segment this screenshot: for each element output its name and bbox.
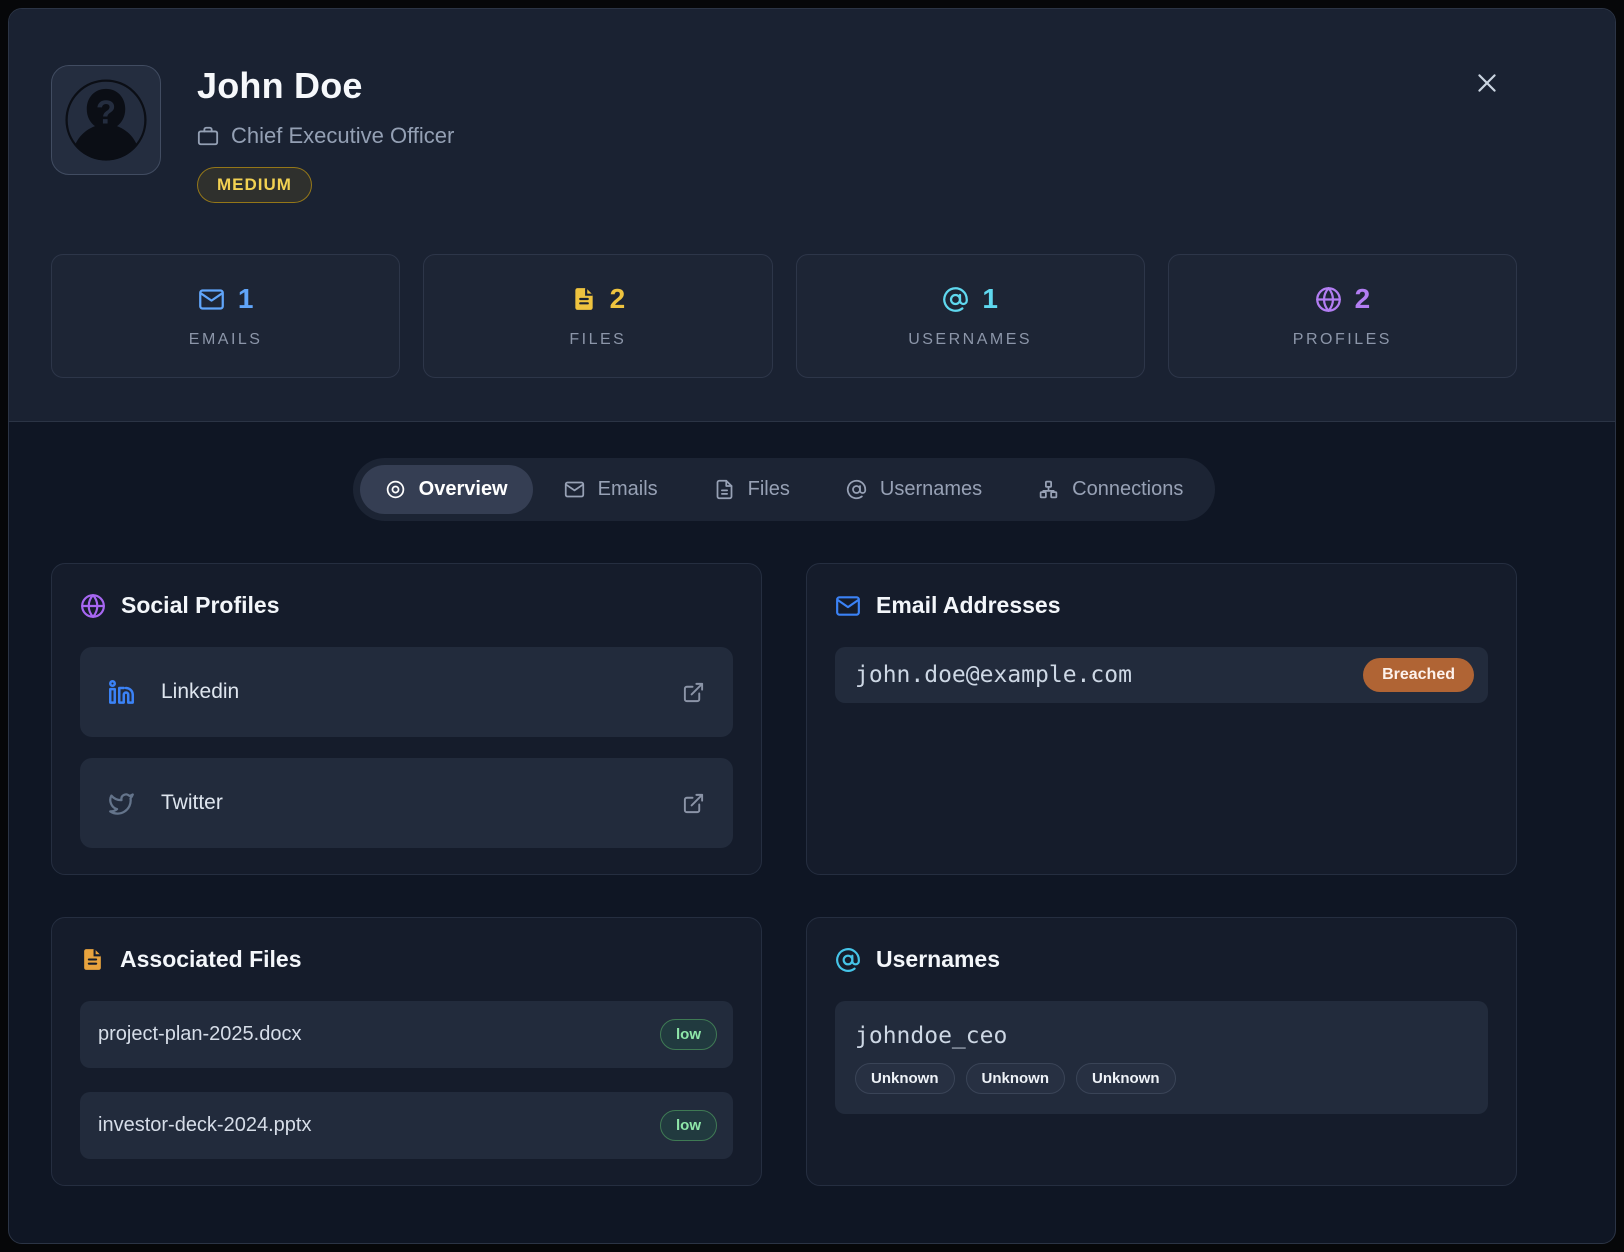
unknown-person-icon: ? xyxy=(62,76,150,164)
platform-status-badge: Unknown xyxy=(855,1063,955,1094)
tab-usernames[interactable]: Usernames xyxy=(821,465,1007,514)
stats-row: 1 EMAILS 2 FILES xyxy=(51,254,1517,378)
stat-label-usernames: USERNAMES xyxy=(908,331,1032,349)
avatar: ? xyxy=(51,65,161,175)
file-row: investor-deck-2024.pptx low xyxy=(80,1092,733,1159)
email-address: john.doe@example.com xyxy=(855,662,1132,688)
twitter-icon xyxy=(108,790,135,817)
stat-label-emails: EMAILS xyxy=(189,331,263,349)
briefcase-icon xyxy=(197,125,219,147)
stat-value-usernames: 1 xyxy=(982,283,998,315)
associated-files-card: Associated Files project-plan-2025.docx … xyxy=(51,917,762,1186)
at-sign-icon xyxy=(835,947,861,973)
external-link-icon[interactable] xyxy=(682,681,705,704)
globe-icon xyxy=(1315,286,1342,313)
social-profiles-card: Social Profiles Linkedin T xyxy=(51,563,762,875)
file-icon xyxy=(80,947,105,972)
file-icon xyxy=(571,286,597,312)
stat-card-files: 2 FILES xyxy=(423,254,772,378)
eye-icon xyxy=(385,479,406,500)
file-name: investor-deck-2024.pptx xyxy=(98,1114,311,1137)
globe-icon xyxy=(80,593,106,619)
usernames-title: Usernames xyxy=(876,946,1000,973)
associated-files-title: Associated Files xyxy=(120,946,302,973)
tab-connections[interactable]: Connections xyxy=(1013,465,1208,514)
tab-usernames-label: Usernames xyxy=(880,478,982,501)
risk-badge: MEDIUM xyxy=(197,167,312,203)
stat-value-files: 2 xyxy=(610,283,626,315)
file-icon xyxy=(714,479,735,500)
social-profile-row-linkedin[interactable]: Linkedin xyxy=(80,647,733,737)
envelope-icon xyxy=(835,593,861,619)
stat-card-profiles: 2 PROFILES xyxy=(1168,254,1517,378)
risk-level-badge: low xyxy=(660,1019,717,1050)
username-row: johndoe_ceo Unknown Unknown Unknown xyxy=(835,1001,1488,1114)
email-addresses-card: Email Addresses john.doe@example.com Bre… xyxy=(806,563,1517,875)
social-profile-row-twitter[interactable]: Twitter xyxy=(80,758,733,848)
profile-modal: ? John Doe Chief Executive Officer MEDIU… xyxy=(8,8,1616,1244)
envelope-icon xyxy=(198,286,225,313)
linkedin-icon xyxy=(108,679,135,706)
usernames-card: Usernames johndoe_ceo Unknown Unknown Un… xyxy=(806,917,1517,1186)
person-name: John Doe xyxy=(197,65,454,107)
file-row: project-plan-2025.docx low xyxy=(80,1001,733,1068)
tab-files[interactable]: Files xyxy=(689,465,815,514)
tab-overview-label: Overview xyxy=(419,478,508,501)
org-chart-icon xyxy=(1038,479,1059,500)
envelope-icon xyxy=(564,479,585,500)
email-addresses-title: Email Addresses xyxy=(876,592,1061,619)
email-row: john.doe@example.com Breached xyxy=(835,647,1488,703)
tab-emails[interactable]: Emails xyxy=(539,465,683,514)
username-value: johndoe_ceo xyxy=(855,1023,1468,1049)
close-button[interactable] xyxy=(1471,67,1503,99)
modal-body: Overview Emails Files xyxy=(9,422,1615,1186)
stat-label-profiles: PROFILES xyxy=(1293,331,1392,349)
at-sign-icon xyxy=(942,286,969,313)
platform-status-badge: Unknown xyxy=(966,1063,1066,1094)
social-profiles-title: Social Profiles xyxy=(121,592,280,619)
tab-files-label: Files xyxy=(748,478,790,501)
stat-value-emails: 1 xyxy=(238,283,254,315)
tab-emails-label: Emails xyxy=(598,478,658,501)
tab-overview[interactable]: Overview xyxy=(360,465,533,514)
svg-text:?: ? xyxy=(96,94,116,131)
platform-status-badge: Unknown xyxy=(1076,1063,1176,1094)
stat-label-files: FILES xyxy=(569,331,626,349)
job-title: Chief Executive Officer xyxy=(231,123,454,149)
modal-header: ? John Doe Chief Executive Officer MEDIU… xyxy=(9,9,1615,422)
close-icon xyxy=(1474,70,1500,96)
at-sign-icon xyxy=(846,479,867,500)
external-link-icon[interactable] xyxy=(682,792,705,815)
stat-card-usernames: 1 USERNAMES xyxy=(796,254,1145,378)
tab-bar: Overview Emails Files xyxy=(353,458,1216,521)
stat-value-profiles: 2 xyxy=(1355,283,1371,315)
file-name: project-plan-2025.docx xyxy=(98,1023,301,1046)
risk-level-badge: low xyxy=(660,1110,717,1141)
breached-badge: Breached xyxy=(1363,658,1474,692)
social-profile-name: Twitter xyxy=(161,791,223,815)
social-profile-name: Linkedin xyxy=(161,680,239,704)
tab-connections-label: Connections xyxy=(1072,478,1183,501)
stat-card-emails: 1 EMAILS xyxy=(51,254,400,378)
